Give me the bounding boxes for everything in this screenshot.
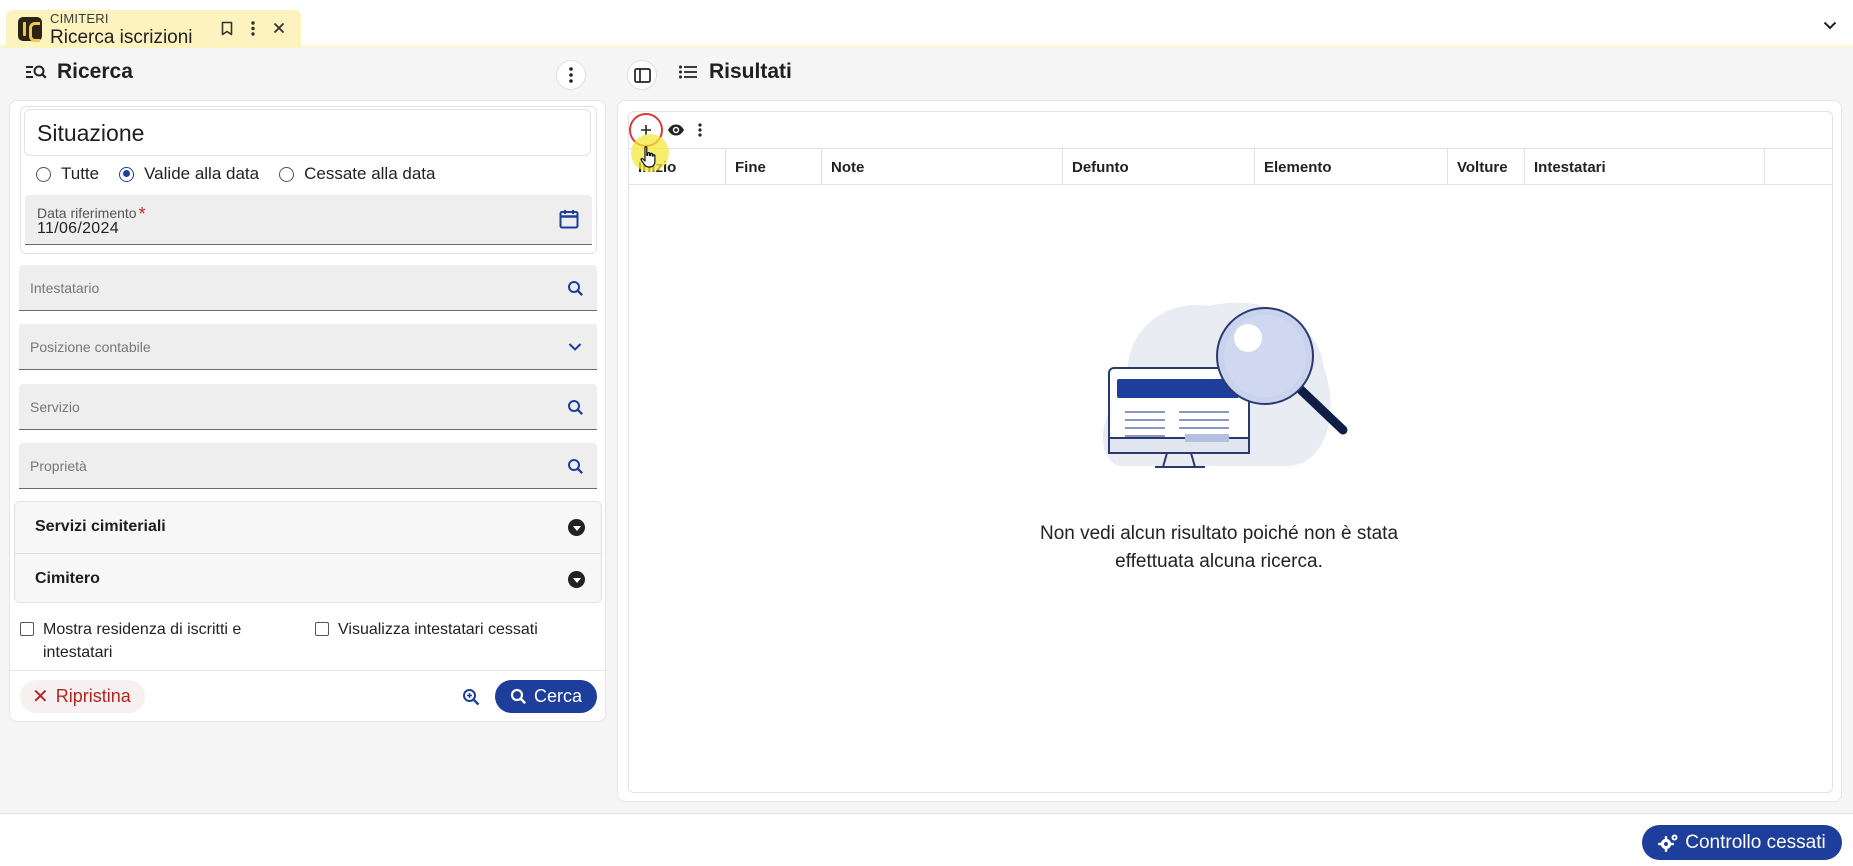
- results-table-container: Inizio Fine Note Defunto Elemento Voltur…: [628, 111, 1833, 793]
- more-vert-icon[interactable]: [245, 20, 261, 36]
- search-icon[interactable]: [565, 278, 585, 298]
- accordion-cimitero[interactable]: Cimitero: [15, 553, 601, 603]
- filters-accordion: Servizi cimiteriali Cimitero: [14, 501, 602, 603]
- radio-cessate-alla-data[interactable]: Cessate alla data: [279, 164, 435, 184]
- more-vert-icon[interactable]: [691, 120, 709, 140]
- accordion-label: Servizi cimiteriali: [35, 518, 166, 535]
- hand-cursor-icon: [639, 145, 659, 169]
- column-header-note[interactable]: Note: [822, 149, 1063, 185]
- column-header-defunto[interactable]: Defunto: [1063, 149, 1255, 185]
- radio-label: Tutte: [61, 164, 100, 183]
- intestatario-placeholder: Intestatario: [30, 280, 100, 296]
- risultati-title: Risultati: [709, 60, 792, 83]
- expand-icon[interactable]: [568, 519, 585, 536]
- radio-button[interactable]: [119, 166, 135, 182]
- radio-label: Valide alla data: [144, 164, 260, 183]
- radio-tutte[interactable]: Tutte: [36, 164, 99, 184]
- controllo-cessati-label: Controllo cessati: [1685, 831, 1826, 853]
- situazione-title: Situazione: [24, 109, 591, 156]
- ripristina-label: Ripristina: [55, 686, 131, 706]
- data-riferimento-field[interactable]: Data riferimento * 11/06/2024: [25, 195, 592, 245]
- zoom-in-icon: [463, 689, 480, 706]
- app-tab-ricerca-iscrizioni[interactable]: CIMITERI Ricerca iscrizioni: [6, 10, 301, 48]
- results-card: Inizio Fine Note Defunto Elemento Voltur…: [617, 100, 1842, 802]
- search-list-icon: [25, 61, 47, 83]
- side-panel-icon: [633, 67, 651, 83]
- situazione-radio-group: Tutte Valide alla data Cessate alla data: [36, 164, 455, 184]
- search-icon: [510, 688, 527, 705]
- zoom-search-button[interactable]: [457, 683, 485, 711]
- app-tab-title: Ricerca iscrizioni: [50, 26, 193, 48]
- posizione-contabile-select[interactable]: Posizione contabile: [19, 324, 597, 370]
- mostra-residenza-checkbox[interactable]: [20, 622, 34, 636]
- radio-valide-alla-data[interactable]: Valide alla data: [119, 164, 259, 184]
- mostra-residenza-label: Mostra residenza di iscritti e intestata…: [43, 621, 242, 661]
- app-module-label: CIMITERI: [50, 10, 109, 26]
- ricerca-title: Ricerca: [57, 60, 133, 83]
- search-form-card: Situazione Tutte Valide alla data Cessat…: [9, 100, 606, 722]
- column-header-fine[interactable]: Fine: [726, 149, 822, 185]
- data-riferimento-label: Data riferimento: [37, 205, 137, 221]
- search-icon[interactable]: [565, 456, 585, 476]
- close-icon[interactable]: [271, 20, 287, 36]
- form-footer-divider: [10, 670, 605, 671]
- servizio-placeholder: Servizio: [30, 399, 80, 415]
- proprieta-field[interactable]: Proprietà: [19, 443, 597, 489]
- eye-icon[interactable]: [667, 121, 685, 139]
- empty-results-message: Non vedi alcun risultato poiché non è st…: [1039, 523, 1399, 572]
- chevron-down-icon[interactable]: [565, 337, 585, 357]
- empty-search-illustration: [1102, 302, 1348, 468]
- results-table-header: Inizio Fine Note Defunto Elemento Voltur…: [629, 148, 1832, 185]
- servizio-field[interactable]: Servizio: [19, 384, 597, 430]
- intestatario-field[interactable]: Intestatario: [19, 265, 597, 311]
- column-header-volture[interactable]: Volture: [1448, 149, 1525, 185]
- proprieta-placeholder: Proprietà: [30, 458, 87, 474]
- cerca-label: Cerca: [533, 686, 582, 706]
- column-header-elemento[interactable]: Elemento: [1255, 149, 1448, 185]
- radio-button[interactable]: [36, 166, 51, 182]
- ricerca-header: Ricerca: [25, 60, 133, 84]
- gears-icon: [1658, 834, 1678, 852]
- column-header-actions: [1765, 149, 1831, 185]
- cerca-button[interactable]: Cerca: [495, 680, 597, 713]
- column-header-intestatari[interactable]: Intestatari: [1525, 149, 1765, 185]
- calendar-icon[interactable]: [558, 208, 580, 230]
- list-icon: [677, 61, 699, 83]
- risultati-header: Risultati: [677, 60, 792, 84]
- chevron-down-icon[interactable]: [1821, 16, 1839, 34]
- mostra-residenza-option[interactable]: Mostra residenza di iscritti e intestata…: [20, 618, 290, 664]
- ricerca-more-button[interactable]: [556, 60, 586, 90]
- bookmark-icon[interactable]: [219, 20, 235, 36]
- search-icon[interactable]: [565, 397, 585, 417]
- ripristina-button[interactable]: ✕ Ripristina: [20, 680, 145, 713]
- close-icon: ✕: [32, 686, 49, 708]
- accordion-label: Cimitero: [35, 569, 100, 587]
- expand-icon[interactable]: [568, 571, 585, 588]
- app-logo-icon: [18, 17, 42, 42]
- accordion-servizi-cimiteriali[interactable]: Servizi cimiteriali: [15, 502, 601, 552]
- radio-label: Cessate alla data: [304, 164, 436, 183]
- required-mark: *: [138, 204, 146, 224]
- controllo-cessati-button[interactable]: Controllo cessati: [1642, 825, 1842, 860]
- more-vert-icon: [569, 67, 573, 83]
- radio-button[interactable]: [279, 166, 295, 182]
- sidebar-toggle-button[interactable]: [627, 60, 657, 90]
- data-riferimento-value[interactable]: 11/06/2024: [37, 220, 119, 238]
- bottom-action-bar: Controllo cessati: [0, 813, 1853, 866]
- posizione-contabile-placeholder: Posizione contabile: [30, 339, 151, 355]
- visualizza-cessati-checkbox[interactable]: [315, 622, 329, 636]
- top-tab-bar: CIMITERI Ricerca iscrizioni: [0, 0, 1853, 48]
- visualizza-cessati-option[interactable]: Visualizza intestatari cessati: [315, 618, 538, 641]
- visualizza-cessati-label: Visualizza intestatari cessati: [338, 621, 538, 638]
